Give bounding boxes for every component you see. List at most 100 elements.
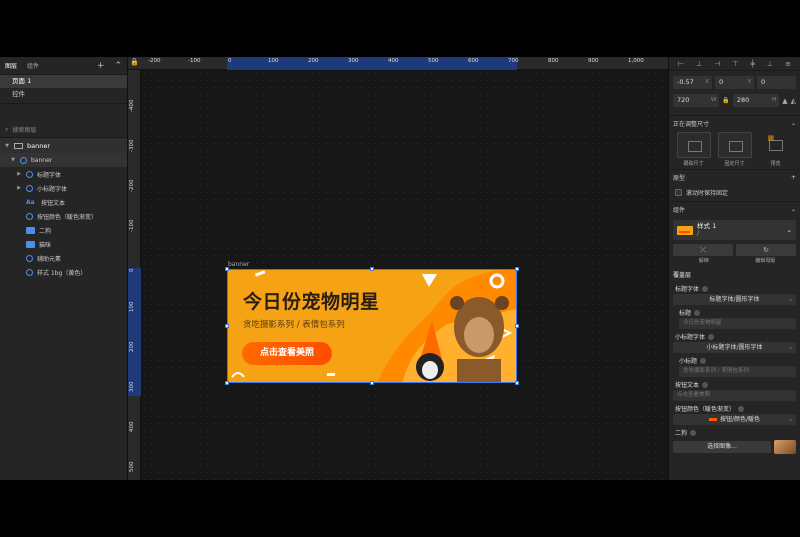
distribute-icon[interactable]: ≡ (785, 60, 791, 68)
add-icon[interactable]: + (791, 174, 796, 181)
reset-dot-icon[interactable] (702, 285, 709, 292)
align-middle-icon[interactable]: ╪ (751, 60, 755, 68)
layer-frame-banner[interactable]: ▼ banner (0, 138, 127, 153)
banner-subtitle[interactable]: 贪吃摄影系列 / 表情包系列 (243, 318, 345, 330)
layer-item[interactable]: 样式 1bg（黄色） (0, 265, 127, 279)
ruler-tick: -400 (129, 99, 135, 112)
align-left-icon[interactable]: ⊢ (678, 60, 684, 68)
override-label: 标题 (669, 305, 800, 318)
align-right-icon[interactable]: ⊣ (714, 60, 720, 68)
tab-components[interactable]: 组件 (27, 61, 39, 70)
fix-on-scroll-row[interactable]: 滚动时保持固定 (669, 184, 800, 201)
flip-vertical-icon[interactable]: ◭ (791, 97, 796, 105)
title-input[interactable]: 今日份宠物明星 (679, 318, 796, 329)
layers-panel: 图层 组件 + ⌃ 页面 1 控件 ⌕ 搜索图层 ▼ banner ▼ banne… (0, 57, 128, 480)
override-label: 标题字体 (669, 281, 800, 294)
resize-handle[interactable] (370, 267, 374, 271)
ruler-tick: 900 (588, 58, 599, 64)
resize-handle[interactable] (515, 381, 519, 385)
expand-caret-icon[interactable]: ▼ (4, 143, 10, 149)
resize-handle[interactable] (515, 267, 519, 271)
reset-dot-icon[interactable] (690, 429, 697, 436)
search-icon: ⌕ (5, 125, 9, 133)
ruler-tick: 400 (388, 58, 399, 64)
rotation-field[interactable]: 0 (757, 76, 796, 89)
layer-item[interactable]: ▶ 标题字体 (0, 167, 127, 181)
ruler-tick: 300 (129, 381, 135, 393)
reset-dot-icon[interactable] (738, 405, 745, 412)
chevron-down-icon: ⌄ (787, 416, 793, 423)
layer-search[interactable]: ⌕ 搜索图层 (0, 122, 127, 138)
width-field[interactable]: 720 W (673, 94, 720, 107)
y-field[interactable]: 0Y (715, 76, 754, 89)
resize-handle[interactable] (225, 381, 229, 385)
add-page-icon[interactable]: + (97, 61, 105, 71)
banner-button[interactable]: 点击查看美照 (242, 342, 332, 365)
resize-option[interactable]: 跟踪尺寸 (676, 132, 711, 167)
button-text-input[interactable]: 点击查看美照 (673, 390, 796, 401)
component-selector[interactable]: 样式 1 / ⌄ (673, 220, 796, 240)
ruler-tick: 200 (129, 341, 135, 353)
detach-button[interactable]: ⤫ (673, 244, 733, 256)
x-field[interactable]: -0.57 X (673, 76, 712, 89)
layer-item[interactable]: 按钮颜色（暖色渐变） (0, 209, 127, 223)
banner-title[interactable]: 今日份宠物明星 (243, 287, 380, 314)
layer-item[interactable]: ▼ banner (0, 153, 127, 167)
collapse-icon[interactable]: ⌃ (114, 61, 122, 71)
flip-horizontal-icon[interactable]: ▲ (782, 97, 787, 105)
color-swatch (708, 418, 717, 421)
layer-item[interactable]: ▶ 小标题字体 (0, 181, 127, 195)
reset-dot-icon[interactable] (694, 309, 701, 316)
frame-name: banner (27, 141, 51, 150)
align-center-icon[interactable]: ⊥ (696, 60, 702, 68)
dog-thumbnail[interactable] (774, 440, 796, 454)
chevron-down-icon[interactable]: ⌄ (791, 120, 796, 127)
resize-handle[interactable] (225, 267, 229, 271)
inspector-panel: ⊢ ⊥ ⊣ ⊤ ╪ ⊥ ≡ -0.57 X 0Y 0 720 W 🔒 280 H ▲ … (668, 57, 800, 480)
lock-ratio-icon[interactable]: 🔒 (722, 97, 729, 104)
image-icon (26, 240, 35, 248)
layer-name: 样式 1bg（黄色） (37, 269, 87, 277)
resize-handle[interactable] (225, 324, 229, 328)
override-label: 按钮文本 (669, 377, 800, 390)
align-bottom-icon[interactable]: ⊥ (767, 60, 773, 68)
page-item[interactable]: 页面 1 (0, 75, 127, 88)
page-item[interactable]: 控件 (0, 88, 127, 101)
layer-item[interactable]: 辅助元素 (0, 251, 127, 265)
layer-item[interactable]: 猫咪 (0, 237, 127, 251)
banner-artboard[interactable]: 今日份宠物明星 贪吃摄影系列 / 表情包系列 点击查看美照 (227, 269, 517, 383)
subtitle-input[interactable]: 贪吃摄影系列 / 表情包系列 (679, 366, 796, 377)
resize-option[interactable]: 固定尺寸 (717, 132, 752, 167)
component-section-header[interactable]: 组件 ⌄ (669, 201, 800, 216)
edit-master-button[interactable]: ↻ (736, 244, 796, 256)
chevron-down-icon[interactable]: ⌄ (791, 206, 796, 213)
resize-section-header[interactable]: 正在调整尺寸 ⌄ (669, 115, 800, 130)
button-color-select[interactable]: 按钮/颜色/暖色 ⌄ (673, 414, 796, 425)
expand-caret-icon[interactable]: ▼ (10, 157, 16, 163)
resize-handle[interactable] (515, 324, 519, 328)
layer-item[interactable]: 二狗 (0, 223, 127, 237)
checkbox-label: 滚动时保持固定 (686, 190, 729, 197)
component-thumbnail (677, 225, 693, 235)
height-field[interactable]: 280 H (732, 94, 780, 107)
choose-image-button[interactable]: 选择图像... (673, 441, 771, 453)
expand-caret-icon[interactable]: ▶ (16, 171, 22, 177)
expand-caret-icon[interactable]: ▶ (16, 185, 22, 191)
title-font-select[interactable]: 标题字体/圆形字体 ⌄ (673, 294, 796, 305)
prototype-section-header[interactable]: 原型 + (669, 169, 800, 184)
lock-icon[interactable]: 🔒 (130, 58, 139, 66)
frame-label[interactable]: banner (228, 261, 249, 268)
align-top-icon[interactable]: ⊤ (732, 60, 738, 68)
grid-icon: ▦ (767, 134, 775, 142)
reset-dot-icon[interactable] (702, 381, 709, 388)
reset-dot-icon[interactable] (708, 333, 715, 340)
height-value: 280 (736, 96, 750, 104)
subtitle-font-select[interactable]: 小标题字体/圆形字体 ⌄ (673, 342, 796, 353)
tab-layers[interactable]: 图层 (5, 61, 17, 70)
resize-handle[interactable] (370, 381, 374, 385)
resize-option-label: 固定尺寸 (724, 161, 745, 167)
layer-item[interactable]: Aa 按钮文本 (0, 195, 127, 209)
reset-dot-icon[interactable] (700, 357, 707, 364)
resize-option[interactable]: ▦ 预览 (759, 132, 793, 167)
fix-on-scroll-checkbox[interactable] (675, 189, 682, 196)
